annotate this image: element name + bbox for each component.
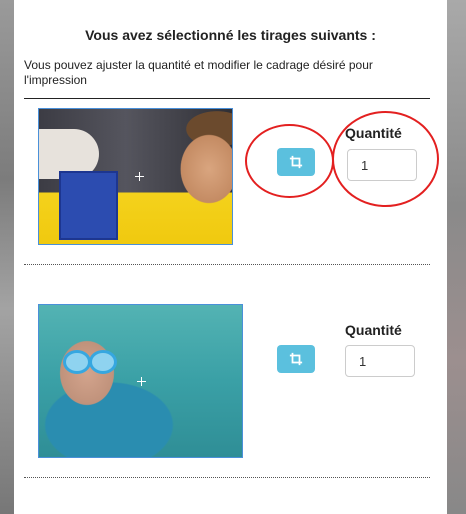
page-backdrop-right: [447, 0, 466, 514]
page-backdrop-left: [0, 0, 14, 514]
quantity-input-2[interactable]: [345, 345, 415, 377]
item-divider-1: [24, 264, 430, 265]
crop-center-crosshair-icon: [135, 172, 144, 181]
dialog-title: Vous avez sélectionné les tirages suivan…: [85, 27, 376, 43]
crop-center-crosshair-icon: [137, 377, 146, 386]
photo-1-game: [59, 171, 118, 240]
annotation-circle-quantity: [332, 111, 439, 207]
quantity-label-2: Quantité: [345, 322, 402, 338]
header-divider: [24, 98, 430, 99]
print-selection-dialog: Vous avez sélectionné les tirages suivan…: [14, 0, 447, 514]
item-divider-2: [24, 477, 430, 478]
dialog-subtitle: Vous pouvez ajuster la quantité et modif…: [24, 58, 373, 87]
crop-icon: [289, 352, 303, 366]
photo-2-goggle-right: [89, 350, 117, 374]
annotation-circle-crop: [245, 124, 334, 198]
crop-button-2[interactable]: [277, 345, 315, 373]
photo-2-goggle-left: [63, 350, 91, 374]
print-photo-2[interactable]: [39, 305, 242, 457]
print-photo-1[interactable]: [39, 109, 232, 244]
